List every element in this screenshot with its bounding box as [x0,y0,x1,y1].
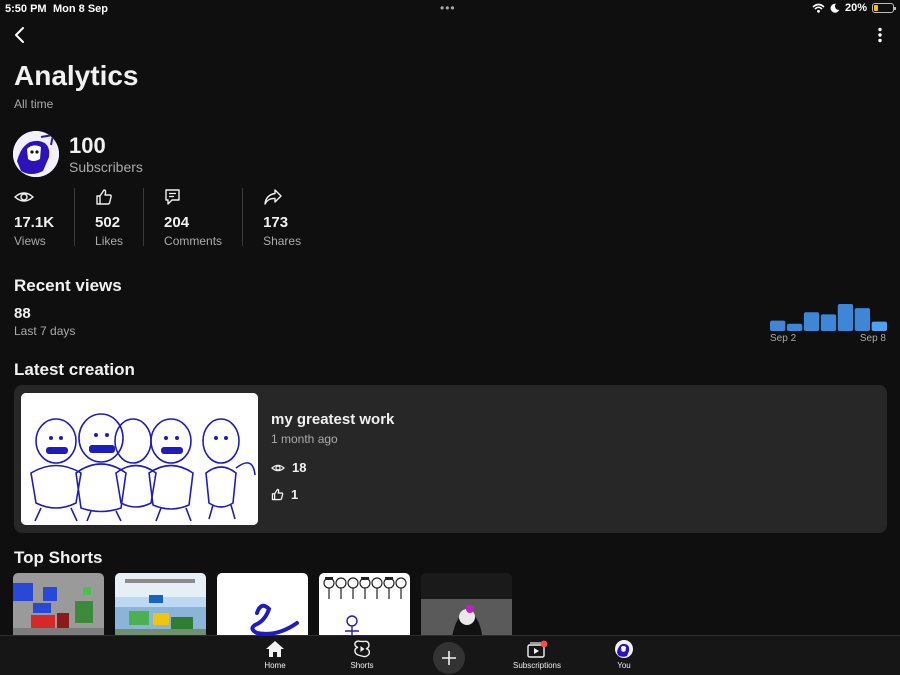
video-views: 18 [271,460,306,475]
stat-label: Comments [164,234,223,248]
recent-views-chart[interactable]: Sep 2 Sep 8 [770,300,887,345]
channel-stats: 17.1K Views 502 Likes 204 Comments 173 S… [14,188,321,248]
tab-you-label: You [617,661,631,670]
subscriber-label: Subscribers [69,159,143,175]
stat-value: 204 [164,214,190,231]
stat-likes[interactable]: 502 Likes [74,188,143,248]
bottom-tab-bar: Home Shorts Subscriptions You [0,635,900,675]
status-indicators: 20% [812,2,896,14]
thumb-up-icon [271,488,284,501]
short-thumbnail[interactable] [13,573,104,643]
stat-value: 502 [95,214,121,231]
video-views-value: 18 [292,460,307,475]
tab-you[interactable]: You [589,640,659,670]
moon-icon [830,3,840,13]
stat-value: 17.1K [14,214,55,231]
recent-views-period: Last 7 days [14,324,76,338]
stat-label: Shares [263,234,302,248]
eye-icon [271,464,285,471]
tab-subscriptions[interactable]: Subscriptions [502,640,572,670]
multitasking-dots-icon[interactable]: ••• [440,1,456,15]
video-age: 1 month ago [271,432,338,446]
bars-area [770,304,887,331]
battery-percent: 20% [844,2,867,14]
latest-creation-title: Latest creation [14,360,135,379]
battery-icon [872,3,896,13]
chart-bar-sep-5 [820,314,837,331]
home-icon [266,641,284,657]
chart-start-label: Sep 2 [770,333,797,344]
top-shorts-row [13,573,512,643]
recent-views-value: 88 [14,305,31,322]
stat-comments[interactable]: 204 Comments [143,188,242,248]
eye-icon [14,192,34,202]
tab-shorts-label: Shorts [350,661,374,670]
video-likes: 1 [271,487,298,502]
plus-icon [442,651,456,665]
status-bar: 5:50 PM Mon 8 Sep ••• 20% [0,0,900,18]
chart-end-label: Sep 8 [859,333,886,344]
stat-views[interactable]: 17.1K Views [14,188,74,248]
share-icon [264,189,282,205]
chart-bar-sep-4 [803,312,820,331]
top-shorts-title: Top Shorts [14,548,103,567]
video-title[interactable]: my greatest work [271,411,394,428]
create-button[interactable] [433,642,465,674]
chart-bar-sep-8 [871,321,887,331]
tab-shorts[interactable]: Shorts [327,640,397,670]
stat-label: Views [14,234,46,248]
stat-shares[interactable]: 173 Shares [242,188,321,248]
short-thumbnail[interactable] [319,573,410,643]
period-label: All time [14,97,54,111]
subscriber-count: 100 [69,133,106,158]
shorts-icon [354,640,370,658]
status-date: Mon 8 Sep [53,3,109,15]
thumb-up-icon [96,189,112,205]
back-chevron-icon[interactable] [12,26,28,44]
comment-icon [165,189,180,205]
tab-subscriptions-label: Subscriptions [512,661,562,670]
chart-bar-sep-7 [854,308,871,331]
short-thumbnail[interactable] [115,573,206,643]
video-thumbnail[interactable] [21,393,258,525]
more-options-icon[interactable] [876,27,884,43]
chart-bar-sep-6 [837,304,854,331]
recent-views-title: Recent views [14,276,122,295]
stat-value: 173 [263,214,289,231]
short-thumbnail[interactable] [217,573,308,643]
chart-bar-sep-3 [786,323,803,331]
latest-creation-card[interactable]: my greatest work 1 month ago 18 1 [14,385,887,533]
tab-home-label: Home [264,661,286,670]
channel-avatar [13,131,59,177]
notification-dot [540,640,548,648]
wifi-icon [812,3,825,13]
video-likes-value: 1 [291,487,299,502]
subscriptions-icon [527,640,548,658]
short-thumbnail[interactable] [421,573,512,643]
tab-home[interactable]: Home [240,640,310,670]
you-avatar [615,640,633,658]
chart-bar-sep-2 [770,320,786,331]
stat-label: Likes [95,234,124,248]
page-title: Analytics [14,60,139,91]
status-time: 5:50 PM [5,3,47,15]
